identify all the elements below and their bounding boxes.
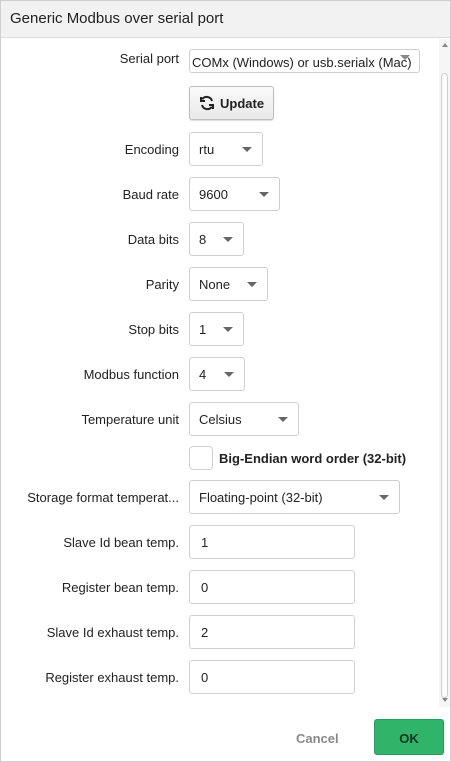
encoding-select[interactable]: rtu [189, 132, 263, 166]
big-endian-checkbox[interactable] [189, 446, 213, 470]
slave-id-exhaust-value: 2 [201, 625, 209, 640]
register-bean-value: 0 [201, 580, 209, 595]
temperature-unit-value: Celsius [199, 412, 242, 427]
baud-rate-label: Baud rate [122, 187, 179, 202]
encoding-value: rtu [199, 142, 215, 157]
caret-down-icon [259, 192, 269, 197]
scroll-down-icon[interactable] [442, 698, 448, 702]
caret-down-icon [278, 417, 288, 422]
modbus-function-select[interactable]: 4 [189, 357, 245, 391]
slave-id-exhaust-input[interactable]: 2 [189, 615, 355, 649]
dialog-title: Generic Modbus over serial port [1, 1, 450, 38]
data-bits-value: 8 [199, 232, 207, 247]
update-button[interactable]: Update [189, 86, 274, 120]
slave-id-exhaust-label: Slave Id exhaust temp. [46, 625, 179, 640]
baud-rate-value: 9600 [199, 187, 228, 202]
storage-format-label: Storage format temperat... [27, 490, 179, 505]
slave-id-bean-input[interactable]: 1 [189, 525, 355, 559]
serial-port-value: COMx (Windows) or usb.serialx (Mac) [192, 55, 412, 70]
dialog-content: Serial port COMx (Windows) or usb.serial… [1, 39, 439, 707]
slave-id-bean-value: 1 [201, 535, 209, 550]
cancel-button[interactable]: Cancel [296, 731, 339, 746]
stop-bits-label: Stop bits [128, 322, 179, 337]
register-exhaust-value: 0 [201, 670, 209, 685]
caret-down-icon [224, 372, 234, 377]
register-bean-label: Register bean temp. [61, 580, 179, 595]
caret-down-icon [223, 237, 233, 242]
serial-port-label: Serial port [119, 51, 179, 66]
storage-format-select[interactable]: Floating-point (32-bit) [189, 480, 400, 514]
modbus-function-value: 4 [199, 367, 207, 382]
modbus-function-label: Modbus function [83, 367, 179, 382]
parity-select[interactable]: None [189, 267, 268, 301]
ok-button[interactable]: OK [374, 719, 444, 755]
baud-rate-select[interactable]: 9600 [189, 177, 280, 211]
update-button-label: Update [220, 96, 265, 111]
register-bean-input[interactable]: 0 [189, 570, 355, 604]
vertical-scrollbar[interactable] [439, 39, 450, 707]
stop-bits-select[interactable]: 1 [189, 312, 244, 346]
slave-id-bean-label: Slave Id bean temp. [63, 535, 179, 550]
caret-down-icon [379, 495, 389, 500]
refresh-icon [200, 95, 214, 111]
caret-down-icon [223, 327, 233, 332]
temperature-unit-select[interactable]: Celsius [189, 402, 299, 436]
modbus-dialog: Generic Modbus over serial port Serial p… [0, 0, 451, 762]
temperature-unit-label: Temperature unit [81, 412, 179, 427]
dialog-footer: Cancel OK [1, 707, 450, 761]
serial-port-select[interactable]: COMx (Windows) or usb.serialx (Mac) [189, 49, 420, 73]
parity-value: None [199, 277, 231, 292]
register-exhaust-input[interactable]: 0 [189, 660, 355, 694]
data-bits-label: Data bits [127, 232, 179, 247]
caret-down-icon [247, 282, 257, 287]
caret-down-icon [400, 55, 410, 60]
scroll-up-icon[interactable] [442, 43, 448, 47]
storage-format-value: Floating-point (32-bit) [199, 490, 323, 505]
stop-bits-value: 1 [199, 322, 207, 337]
data-bits-select[interactable]: 8 [189, 222, 244, 256]
register-exhaust-label: Register exhaust temp. [45, 670, 179, 685]
scroll-thumb[interactable] [441, 73, 448, 698]
caret-down-icon [242, 147, 252, 152]
encoding-label: Encoding [124, 142, 179, 157]
parity-label: Parity [145, 277, 179, 292]
big-endian-label[interactable]: Big-Endian word order (32-bit) [219, 451, 406, 466]
